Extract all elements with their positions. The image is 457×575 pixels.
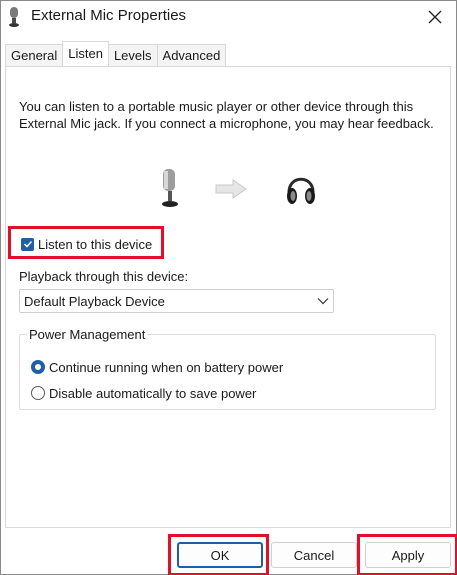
radio-label: Continue running when on battery power [49, 359, 284, 375]
tab-levels[interactable]: Levels [107, 44, 158, 66]
tab-general[interactable]: General [5, 44, 64, 66]
radio-label: Disable automatically to save power [49, 385, 257, 401]
listen-checkbox-label: Listen to this device [38, 236, 153, 252]
arrow-right-icon [215, 179, 247, 199]
radio-button[interactable] [31, 386, 45, 400]
cancel-button[interactable]: Cancel [271, 542, 357, 568]
properties-dialog: External Mic Properties General Listen L… [0, 0, 457, 575]
listen-description: You can listen to a portable music playe… [19, 99, 434, 131]
power-management-title: Power Management [27, 327, 148, 342]
listen-checkbox[interactable]: Listen to this device [21, 235, 152, 253]
playback-label: Playback through this device: [19, 269, 189, 284]
checkbox-box[interactable] [21, 237, 34, 251]
radio-button[interactable] [31, 360, 45, 374]
checkmark-icon [23, 240, 32, 248]
playback-device-select[interactable]: Default Playback Device [19, 289, 334, 313]
microphone-icon [162, 169, 178, 207]
window-title: External Mic Properties [31, 7, 187, 24]
tab-advanced[interactable]: Advanced [156, 44, 227, 66]
close-icon [428, 10, 442, 24]
tab-strip: General Listen Levels Advanced [5, 41, 227, 66]
playback-device-value: Default Playback Device [24, 294, 165, 309]
radio-continue-running[interactable]: Continue running when on battery power [31, 358, 283, 376]
headphones-icon [287, 177, 315, 204]
ok-button[interactable]: OK [177, 542, 263, 568]
radio-disable-automatically[interactable]: Disable automatically to save power [31, 384, 256, 402]
close-button[interactable] [420, 3, 450, 31]
apply-button[interactable]: Apply [365, 542, 451, 568]
tab-listen[interactable]: Listen [62, 41, 109, 66]
chevron-down-icon [317, 298, 329, 305]
title-bar: External Mic Properties [1, 1, 456, 33]
microphone-icon [9, 7, 19, 27]
